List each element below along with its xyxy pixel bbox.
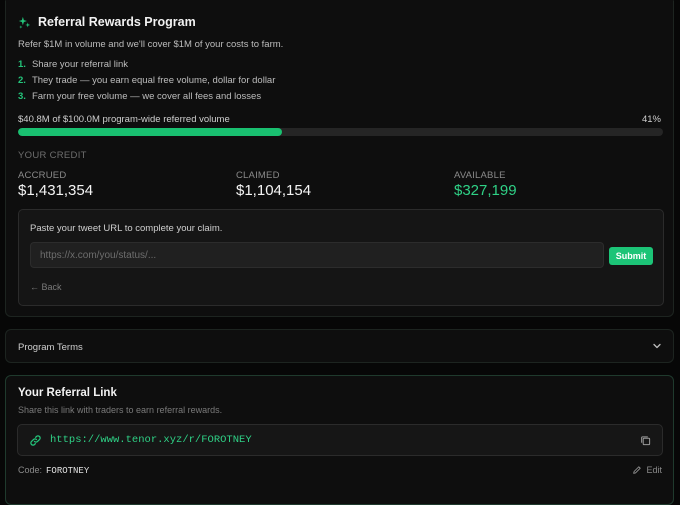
step-number: 2. [18,75,26,86]
referral-code-row: Code: FOROTNEY [18,465,89,476]
step-number: 1. [18,59,26,70]
sparkle-icon [18,16,31,29]
referral-link-url[interactable]: https://www.tenor.xyz/r/FOROTNEY [50,434,252,446]
back-link[interactable]: ← Back [30,282,62,292]
step-number: 3. [18,91,26,102]
claim-panel: Paste your tweet URL to complete your cl… [18,209,664,306]
referral-program-card: Referral Rewards Program Refer $1M in vo… [5,0,674,317]
referral-code-label: Code: [18,465,43,475]
step-text: Share your referral link [31,59,129,70]
referral-link-box: https://www.tenor.xyz/r/FOROTNEY [17,424,663,456]
available-value: $327,199 [454,182,517,199]
step-text: They trade — you earn equal free volume,… [31,75,276,86]
program-terms-accordion[interactable]: Program Terms [5,329,674,363]
claimed-label: CLAIMED [236,170,280,181]
claimed-value: $1,104,154 [236,182,312,199]
link-icon [30,435,41,446]
step-item: 2. They trade — you earn equal free volum… [18,75,275,86]
referral-link-subtitle: Share this link with traders to earn ref… [18,405,223,415]
referral-link-card: Your Referral Link Share this link with … [5,375,674,505]
referral-code-value: FOROTNEY [46,466,90,476]
referral-link-title: Your Referral Link [18,387,117,399]
available-label: AVAILABLE [454,170,506,181]
progress-bar-fill [18,128,283,136]
step-item: 3. Farm your free volume — we cover all f… [18,91,261,102]
copy-icon[interactable] [640,435,651,446]
pencil-icon [633,466,642,474]
claim-prompt: Paste your tweet URL to complete your cl… [30,223,223,234]
submit-button[interactable]: Submit [609,247,653,265]
accrued-label: ACCRUED [18,170,67,181]
accrued-value: $1,431,354 [18,182,94,199]
program-title-text: Referral Rewards Program [38,15,196,29]
progress-bar [18,128,663,136]
step-item: 1. Share your referral link [18,59,128,70]
edit-code-button[interactable]: Edit [632,465,662,475]
program-description: Refer $1M in volume and we'll cover $1M … [18,39,284,50]
program-terms-label: Program Terms [18,342,83,353]
program-title: Referral Rewards Program [18,15,196,29]
edit-label: Edit [646,465,662,475]
credit-section-label: YOUR CREDIT [18,150,87,161]
progress-percent: 41% [641,114,661,125]
chevron-down-icon [653,343,661,349]
progress-label: $40.8M of $100.0M program-wide referred … [18,114,230,125]
step-text: Farm your free volume — we cover all fee… [31,91,262,102]
tweet-url-input[interactable] [30,242,604,268]
